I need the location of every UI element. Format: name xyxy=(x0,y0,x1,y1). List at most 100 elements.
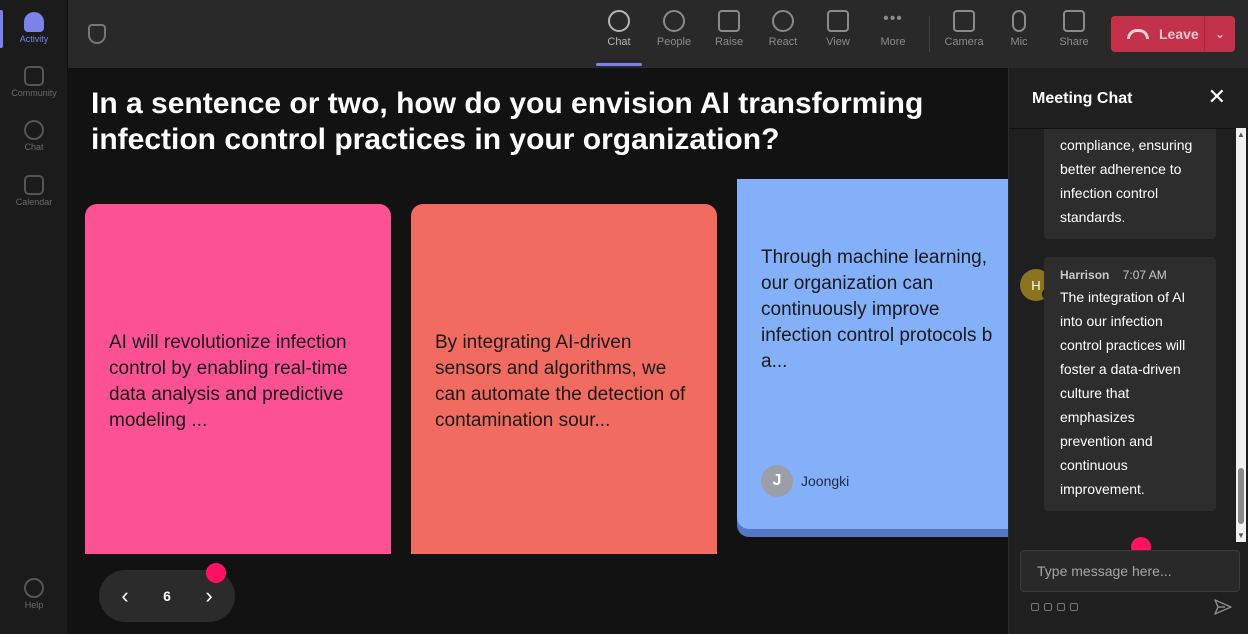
mic-icon xyxy=(1012,10,1026,32)
chat-scrollbar[interactable]: ▲ ▼ xyxy=(1236,128,1246,542)
author-name: Joongki xyxy=(801,473,850,489)
scroll-up-icon[interactable]: ▲ xyxy=(1237,130,1245,139)
chat-message-line: improvement. xyxy=(1060,481,1145,497)
share-button[interactable]: Share xyxy=(1049,10,1099,48)
chat-message-line: foster a data-driven xyxy=(1060,361,1181,377)
app-rail: Activity Community Chat Calendar Help xyxy=(0,0,68,634)
chevron-left-icon[interactable]: ‹ xyxy=(115,583,135,609)
camera-button-label: Camera xyxy=(944,36,984,48)
chat-icon xyxy=(608,10,630,32)
view-button[interactable]: View xyxy=(813,10,863,48)
shared-content-stage: In a sentence or two, how do you envisio… xyxy=(68,68,1008,634)
raise-hand-button[interactable]: Raise xyxy=(704,10,754,48)
meeting-toolbar: Chat People Raise React View ••• More Ca… xyxy=(68,0,1248,68)
chat-message-meta: Harrison 7:07 AM xyxy=(1060,265,1200,285)
response-card-line: our organization can xyxy=(761,273,934,294)
leave-button[interactable]: Leave ⌄ xyxy=(1111,16,1235,52)
hand-icon xyxy=(718,10,740,32)
hang-up-icon xyxy=(1127,29,1149,39)
poll-question: In a sentence or two, how do you envisio… xyxy=(91,87,924,156)
react-button-label: React xyxy=(768,36,798,48)
rail-item-label: Activity xyxy=(19,34,49,44)
mic-button[interactable]: Mic xyxy=(994,10,1044,48)
rail-item-calendar[interactable]: Calendar xyxy=(0,175,68,207)
camera-button[interactable]: Camera xyxy=(939,10,989,48)
rail-item-label: Community xyxy=(11,88,57,98)
chat-message-line: The integration of AI xyxy=(1060,289,1186,305)
toolbar-divider xyxy=(929,16,930,52)
scroll-down-icon[interactable]: ▼ xyxy=(1237,531,1245,540)
chat-message-line: standards. xyxy=(1060,209,1126,225)
grid-icon xyxy=(827,10,849,32)
calendar-icon xyxy=(24,175,44,195)
share-button-label: Share xyxy=(1059,36,1089,48)
rail-item-label: Calendar xyxy=(15,197,53,207)
chat-button-label: Chat xyxy=(607,36,631,48)
rail-item-community[interactable]: Community xyxy=(0,66,68,98)
chat-message-list[interactable]: compliance, ensuring better adherence to… xyxy=(1009,128,1248,542)
chat-panel-title: Meeting Chat xyxy=(1032,90,1133,107)
response-card-highlighted[interactable]: Through machine learning, our organizati… xyxy=(737,179,1008,529)
response-card-text: Through machine learning, our organizati… xyxy=(761,245,1008,375)
people-button[interactable]: People xyxy=(649,10,699,48)
rail-item-chat[interactable]: Chat xyxy=(0,120,68,152)
response-card[interactable]: AI will revolutionize infection control … xyxy=(85,204,391,554)
response-card-line: a... xyxy=(761,351,788,372)
scrollbar-thumb[interactable] xyxy=(1238,468,1244,524)
rail-item-label: Chat xyxy=(24,142,44,152)
rail-item-label: Help xyxy=(24,600,44,610)
avatar: J xyxy=(761,465,793,497)
chat-message: Harrison 7:07 AM The integration of AI i… xyxy=(1044,257,1216,511)
view-button-label: View xyxy=(826,36,850,48)
page-number: 6 xyxy=(163,588,171,604)
meeting-chat-panel: Meeting Chat ✕ compliance, ensuring bett… xyxy=(1008,68,1248,634)
chevron-down-icon[interactable]: ⌄ xyxy=(1205,27,1235,41)
sender-name: Harrison xyxy=(1060,268,1110,282)
chevron-right-icon[interactable]: › xyxy=(199,583,219,609)
response-card-text: AI will revolutionize infection control … xyxy=(109,332,348,431)
response-card-line: infection control protocols b xyxy=(761,325,993,346)
send-icon[interactable] xyxy=(1214,598,1232,616)
camera-off-icon xyxy=(953,10,975,32)
raise-button-label: Raise xyxy=(714,36,744,48)
leave-button-label: Leave xyxy=(1159,26,1199,42)
chat-message-line: culture that xyxy=(1060,385,1130,401)
chat-message-line: compliance, ensuring xyxy=(1060,137,1193,153)
chat-icon xyxy=(24,120,44,140)
attach-icon[interactable] xyxy=(1044,603,1052,611)
smiley-icon xyxy=(772,10,794,32)
card-author: J Joongki xyxy=(761,465,849,497)
format-icon[interactable] xyxy=(1031,603,1039,611)
rail-item-help[interactable]: Help xyxy=(0,578,68,610)
chat-message-line: into our infection xyxy=(1060,313,1163,329)
response-card[interactable]: By integrating AI-driven sensors and alg… xyxy=(411,204,717,554)
response-card-line: continuously improve xyxy=(761,299,940,320)
community-icon xyxy=(24,66,44,86)
chat-message-line: prevention and xyxy=(1060,433,1153,449)
help-icon xyxy=(24,578,44,598)
chat-message-line: better adherence to xyxy=(1060,161,1182,177)
rail-item-activity[interactable]: Activity xyxy=(0,12,68,44)
chat-message-line: control practices will xyxy=(1060,337,1186,353)
message-timestamp: 7:07 AM xyxy=(1122,268,1167,282)
more-button[interactable]: ••• More xyxy=(868,10,918,48)
response-card-text: By integrating AI-driven sensors and alg… xyxy=(435,332,686,431)
format-toolbar xyxy=(1031,603,1078,611)
chat-active-indicator xyxy=(596,63,642,66)
close-icon[interactable]: ✕ xyxy=(1208,84,1226,110)
mic-button-label: Mic xyxy=(1010,36,1028,48)
people-button-label: People xyxy=(656,36,692,48)
emoji-icon[interactable] xyxy=(1057,603,1065,611)
chat-message-line: continuous xyxy=(1060,457,1128,473)
cursor-highlight-dot xyxy=(206,563,226,583)
chat-button[interactable]: Chat xyxy=(594,10,644,48)
shield-icon[interactable] xyxy=(88,24,106,44)
react-button[interactable]: React xyxy=(758,10,808,48)
chat-message-line: infection control xyxy=(1060,185,1159,201)
gif-icon[interactable] xyxy=(1070,603,1078,611)
response-card-line: Through machine learning, xyxy=(761,247,988,268)
people-icon xyxy=(663,10,685,32)
ellipsis-icon: ••• xyxy=(883,10,903,27)
bell-icon xyxy=(24,12,44,32)
chat-message-input[interactable] xyxy=(1020,550,1240,592)
